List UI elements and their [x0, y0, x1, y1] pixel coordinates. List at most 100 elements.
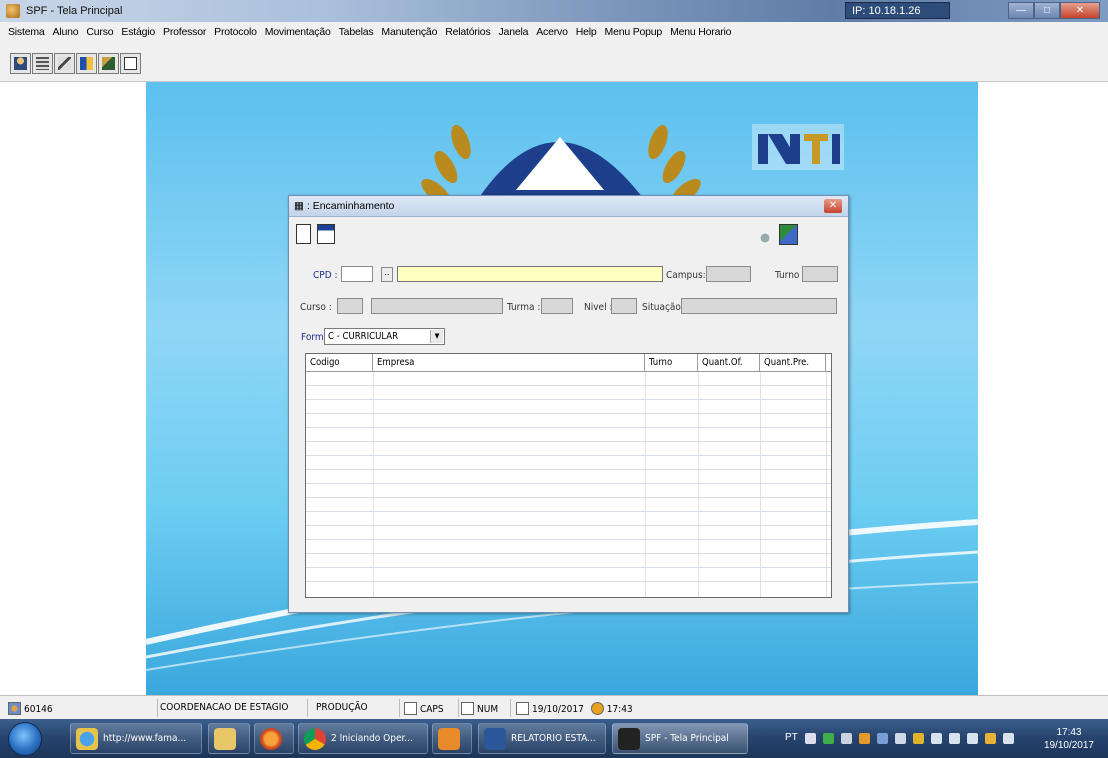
- keyboard-icon[interactable]: [32, 53, 53, 74]
- status-bar: 60146 COORDENACAO DE ESTAGIO PRODUÇÃO CA…: [0, 695, 1108, 719]
- cpd-input[interactable]: [341, 266, 373, 282]
- menu-acervo[interactable]: Acervo: [532, 26, 571, 38]
- app-icon: [6, 4, 20, 18]
- task-chrome[interactable]: 2 Iniciando Oper...: [298, 723, 428, 754]
- table-row[interactable]: [306, 554, 831, 568]
- table-row[interactable]: [306, 526, 831, 540]
- menu-movimentacao[interactable]: Movimentação: [261, 26, 335, 38]
- volume-icon[interactable]: [967, 733, 978, 744]
- menu-professor[interactable]: Professor: [159, 26, 210, 38]
- menu-janela[interactable]: Janela: [495, 26, 533, 38]
- turno-field: [802, 266, 838, 282]
- menu-manutencao[interactable]: Manutenção: [377, 26, 441, 38]
- speaker-icon[interactable]: [931, 733, 942, 744]
- menu-tabelas[interactable]: Tabelas: [335, 26, 378, 38]
- keyboard-icon[interactable]: [805, 733, 816, 744]
- column-empresa[interactable]: Empresa: [373, 354, 645, 372]
- menu-relatorios[interactable]: Relatórios: [441, 26, 494, 38]
- task-browser[interactable]: http://www.fama...: [70, 723, 202, 754]
- dialog-close-button[interactable]: ✕: [824, 199, 842, 213]
- menu-estagio[interactable]: Estágio: [117, 26, 159, 38]
- window-icon[interactable]: [120, 53, 141, 74]
- table-row[interactable]: [306, 400, 831, 414]
- update-icon[interactable]: [859, 733, 870, 744]
- firefox-icon: [260, 727, 282, 750]
- nivel-label: Nivel :: [584, 302, 613, 313]
- num-icon: [461, 702, 474, 715]
- battery-icon[interactable]: [985, 733, 996, 744]
- table-row[interactable]: [306, 386, 831, 400]
- close-icon[interactable]: [895, 733, 906, 744]
- tools-icon[interactable]: [54, 53, 75, 74]
- column-quant-pre[interactable]: Quant.Pre.: [760, 354, 826, 372]
- bluetooth-icon[interactable]: [877, 733, 888, 744]
- menu-protocolo[interactable]: Protocolo: [210, 26, 261, 38]
- minimize-button[interactable]: —: [1008, 2, 1034, 19]
- mdi-workspace: ▦ : Encaminhamento ✕ CPD : .. Campus: Tu…: [0, 82, 1108, 695]
- toolbar: [0, 42, 1108, 82]
- menu-horario[interactable]: Menu Horario: [666, 26, 735, 38]
- menu-curso[interactable]: Curso: [82, 26, 117, 38]
- task-spf[interactable]: SPF - Tela Principal: [612, 723, 748, 754]
- table-row[interactable]: [306, 498, 831, 512]
- language-indicator[interactable]: PT: [785, 732, 798, 743]
- monitor-icon[interactable]: [1003, 733, 1014, 744]
- task-word[interactable]: RELATORIO ESTA...: [478, 723, 606, 754]
- student-name-field[interactable]: [397, 266, 663, 282]
- menu-sistema[interactable]: Sistema: [4, 26, 49, 38]
- maximize-button[interactable]: □: [1034, 2, 1060, 19]
- table-row[interactable]: [306, 540, 831, 554]
- grid-icon[interactable]: [76, 53, 97, 74]
- campus-label: Campus:: [666, 270, 706, 281]
- clock-icon: [590, 702, 604, 715]
- shield-icon[interactable]: [841, 733, 852, 744]
- forma-select-value: C - CURRICULAR: [328, 331, 399, 342]
- menu-bar: Sistema Aluno Curso Estágio Professor Pr…: [0, 22, 1108, 42]
- turma-field: [541, 298, 573, 314]
- status-user: 60146: [8, 699, 158, 717]
- chevron-down-icon[interactable]: ▼: [430, 330, 443, 343]
- column-quant-of[interactable]: Quant.Of.: [698, 354, 760, 372]
- dialog-title-bar: ▦ : Encaminhamento ✕: [289, 196, 848, 217]
- nivel-field: [611, 298, 637, 314]
- table-row[interactable]: [306, 484, 831, 498]
- user-icon[interactable]: [10, 53, 31, 74]
- table-row[interactable]: [306, 470, 831, 484]
- table-row[interactable]: [306, 414, 831, 428]
- new-document-icon[interactable]: [296, 224, 311, 244]
- start-button[interactable]: [8, 722, 42, 756]
- flag-icon[interactable]: [949, 733, 960, 744]
- calendar-icon: [516, 702, 529, 715]
- table-row[interactable]: [306, 456, 831, 470]
- task-media[interactable]: [432, 723, 472, 754]
- task-folder[interactable]: [208, 723, 250, 754]
- table-row[interactable]: [306, 512, 831, 526]
- menu-aluno[interactable]: Aluno: [49, 26, 83, 38]
- cpd-lookup-button[interactable]: ..: [381, 267, 393, 282]
- grid-header: Codigo Empresa Turno Quant.Of. Quant.Pre…: [306, 354, 831, 372]
- forma-select[interactable]: C - CURRICULAR ▼: [324, 328, 445, 345]
- menu-popup[interactable]: Menu Popup: [601, 26, 667, 38]
- warning-icon[interactable]: [913, 733, 924, 744]
- window-title: SPF - Tela Principal: [26, 5, 123, 17]
- table-row[interactable]: [306, 428, 831, 442]
- table-row[interactable]: [306, 568, 831, 582]
- network-icon[interactable]: [823, 733, 834, 744]
- empresas-grid[interactable]: Codigo Empresa Turno Quant.Of. Quant.Pre…: [305, 353, 832, 598]
- column-codigo[interactable]: Codigo: [306, 354, 373, 372]
- table-row[interactable]: [306, 442, 831, 456]
- column-turno[interactable]: Turno: [645, 354, 698, 372]
- title-bar: SPF - Tela Principal IP: 10.18.1.26 — □ …: [0, 0, 1108, 22]
- media-player-icon: [438, 727, 460, 750]
- save-icon[interactable]: [317, 224, 335, 244]
- menu-help[interactable]: Help: [572, 26, 601, 38]
- report-icon[interactable]: [98, 53, 119, 74]
- close-button[interactable]: ✕: [1060, 2, 1100, 19]
- print-icon[interactable]: [757, 231, 773, 245]
- chrome-icon: [304, 727, 326, 750]
- task-firefox[interactable]: [254, 723, 294, 754]
- system-clock[interactable]: 17:43 19/10/2017: [1044, 726, 1094, 752]
- exit-icon[interactable]: [779, 224, 798, 245]
- status-department: COORDENACAO DE ESTAGIO: [160, 699, 308, 717]
- table-row[interactable]: [306, 372, 831, 386]
